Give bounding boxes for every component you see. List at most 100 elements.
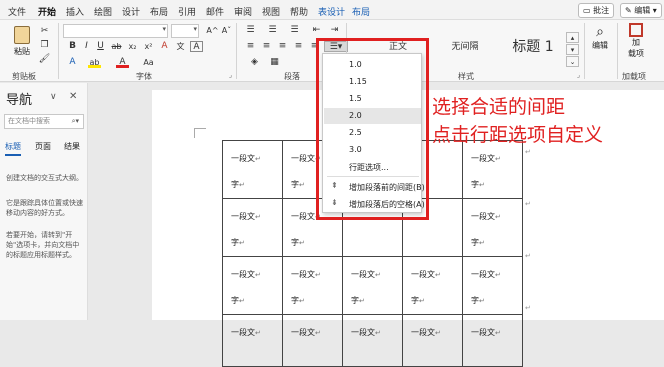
tab-table-layout[interactable]: 布局 — [352, 5, 370, 18]
table-cell[interactable]: 一段文↵ — [402, 314, 463, 367]
nav-help-text: 它是跟踪具体位置或快速移动内容的好方式。 — [6, 199, 83, 217]
nav-tab-headings[interactable]: 标题 — [5, 141, 21, 156]
nav-help-text: 若要开始，请转到"开始"选项卡，并向文档中的标题应用标题样式。 — [6, 231, 80, 259]
end-of-row-mark: ↵ — [525, 252, 531, 260]
tab-home[interactable]: 开始 — [38, 5, 57, 22]
superscript-button[interactable]: x² — [142, 41, 155, 52]
nav-title: 导航 — [6, 93, 33, 108]
table-cell[interactable]: 一段文↵ — [282, 314, 343, 367]
tab-references[interactable]: 引用 — [178, 5, 196, 18]
table-cell[interactable]: 一段文↵ 字↵ — [282, 256, 343, 315]
divider — [584, 23, 585, 79]
highlight-button[interactable]: ab — [88, 57, 101, 68]
search-icon: ⌕ — [596, 24, 604, 40]
cut-icon[interactable]: ✂ — [38, 26, 51, 37]
divider — [236, 23, 237, 79]
editing-button[interactable]: ⌕ 编辑 — [588, 24, 612, 64]
align-right-icon[interactable]: ≡ — [276, 41, 289, 52]
styles-scroll-down-icon[interactable]: ▾ — [566, 44, 579, 55]
table-cell[interactable]: 一段文↵ 字↵ — [462, 256, 523, 315]
shrink-font-button[interactable]: Aˇ — [220, 25, 233, 36]
increase-indent-icon[interactable]: ⇥ — [328, 25, 341, 36]
subscript-button[interactable]: x₂ — [126, 41, 139, 52]
tab-design[interactable]: 设计 — [122, 5, 140, 18]
italic-button[interactable]: I — [80, 41, 93, 52]
tab-mailings[interactable]: 邮件 — [206, 5, 224, 18]
numbering-icon[interactable]: ☰ — [266, 25, 279, 36]
bold-button[interactable]: B — [66, 41, 79, 52]
table-cell[interactable]: 一段文↵ — [462, 314, 523, 367]
nav-search-input[interactable]: 在文档中搜索 ⌕▾ — [4, 114, 84, 129]
table-cell[interactable]: 一段文↵ — [342, 314, 403, 367]
char-border-button[interactable]: A — [190, 41, 203, 52]
font-name-combo[interactable]: ▾ — [63, 24, 168, 38]
font-size-combo[interactable]: ▾ — [171, 24, 199, 38]
highlight-box — [316, 38, 429, 220]
styles-more-icon[interactable]: ⌄ — [566, 56, 579, 67]
annotation-text: 选择合适的间距 — [432, 96, 566, 118]
style-heading1[interactable]: 标题 1 — [500, 32, 566, 62]
tab-file[interactable]: 文件 — [8, 5, 26, 18]
format-painter-icon[interactable]: 🖌 — [38, 54, 51, 65]
align-left-icon[interactable]: ≡ — [244, 41, 257, 52]
end-of-row-mark: ↵ — [525, 304, 531, 312]
shading-icon[interactable]: ◈ — [248, 57, 261, 68]
divider — [58, 23, 59, 79]
addins-group-label: 加载项 — [622, 72, 646, 81]
tab-help[interactable]: 帮助 — [290, 5, 308, 18]
styles-scroll-up-icon[interactable]: ▴ — [566, 32, 579, 43]
table-row: 一段文↵ 一段文↵ 一段文↵ 一段文↵ 一段文↵ — [222, 314, 523, 367]
tab-review[interactable]: 审阅 — [234, 5, 252, 18]
table-cell[interactable]: 一段文↵ 字↵ — [402, 256, 463, 315]
multilevel-list-icon[interactable]: ☰ — [288, 25, 301, 36]
text-effects-icon[interactable]: A — [66, 57, 79, 68]
pencil-icon: ✎ — [625, 6, 635, 15]
clipboard-group-label: 剪贴板 — [12, 72, 36, 81]
end-of-row-mark: ↵ — [525, 200, 531, 208]
decrease-indent-icon[interactable]: ⇤ — [310, 25, 323, 36]
tab-draw[interactable]: 绘图 — [94, 5, 112, 18]
tab-insert[interactable]: 插入 — [66, 5, 84, 18]
align-center-icon[interactable]: ≡ — [260, 41, 273, 52]
close-icon[interactable]: ✕ — [69, 91, 77, 102]
page-corner-mark — [194, 128, 206, 138]
clear-format-button[interactable]: A — [158, 41, 171, 52]
end-of-row-mark: ↵ — [525, 148, 531, 156]
change-case-button[interactable]: Aa — [142, 57, 155, 68]
tab-table-design[interactable]: 表设计 — [318, 5, 345, 18]
nav-options-chevron-icon[interactable]: ∨ — [50, 92, 57, 102]
table-cell[interactable]: 一段文↵ 字↵ — [342, 256, 403, 315]
table-cell[interactable]: 一段文↵ 字↵ — [462, 198, 523, 257]
paragraph-group-label: 段落 — [284, 72, 300, 81]
nav-tab-pages[interactable]: 页面 — [35, 141, 51, 152]
style-no-spacing[interactable]: 无间隔 — [440, 32, 490, 62]
chevron-down-icon: ▾ — [162, 25, 166, 33]
nav-help-text: 创建文档的交互式大纲。 — [6, 174, 83, 182]
table-cell[interactable]: 一段文↵ 字↵ — [222, 256, 283, 315]
table-cell[interactable]: 一段文↵ — [222, 314, 283, 367]
comment-button[interactable]: ▭ 批注 — [578, 3, 615, 18]
addins-button[interactable]: 加 载项 — [622, 23, 650, 67]
table-cell[interactable]: 一段文↵ 字↵ — [222, 198, 283, 257]
search-icon[interactable]: ⌕▾ — [72, 115, 79, 128]
copy-icon[interactable]: ❐ — [38, 40, 51, 51]
underline-button[interactable]: U — [94, 41, 107, 52]
bullets-icon[interactable]: ☰ — [244, 25, 257, 36]
grow-font-button[interactable]: A^ — [206, 25, 219, 36]
tab-layout[interactable]: 布局 — [150, 5, 168, 18]
font-color-button[interactable]: A — [116, 57, 129, 68]
justify-icon[interactable]: ≡ — [292, 41, 305, 52]
editing-mode-button[interactable]: ✎ 编辑 ▾ — [620, 3, 662, 18]
divider — [617, 23, 618, 79]
paste-button[interactable]: 粘贴 — [10, 26, 34, 66]
tab-view[interactable]: 视图 — [262, 5, 280, 18]
borders-icon[interactable]: ▦ — [268, 57, 281, 68]
table-cell[interactable]: 一段文↵ 字↵ — [462, 140, 523, 199]
strikethrough-button[interactable]: ab — [110, 41, 123, 52]
menu-bar: 文件 开始 插入 绘图 设计 布局 引用 邮件 审阅 视图 帮助 表设计 布局 … — [0, 0, 664, 22]
phonetic-guide-button[interactable]: 文 — [174, 41, 187, 52]
nav-tab-results[interactable]: 结果 — [64, 141, 80, 152]
table-cell[interactable]: 一段文↵ 字↵ — [222, 140, 283, 199]
addins-icon — [629, 23, 643, 37]
navigation-pane: 导航 ∨ ✕ 在文档中搜索 ⌕▾ 标题 页面 结果 创建文档的交互式大纲。 它是… — [0, 83, 88, 320]
